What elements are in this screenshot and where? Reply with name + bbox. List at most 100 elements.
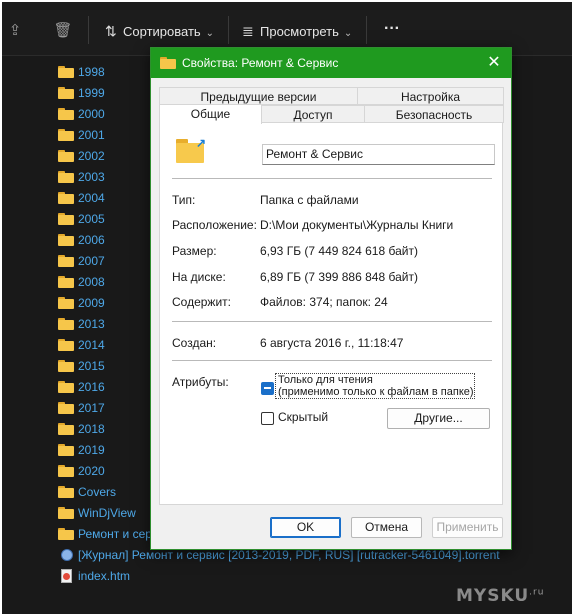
html-file-icon bbox=[61, 569, 72, 583]
sort-button-label: Сортировать bbox=[123, 24, 201, 39]
folder-icon bbox=[58, 444, 74, 456]
other-attributes-button[interactable]: Другие... bbox=[387, 408, 490, 429]
location-label: Расположение: bbox=[172, 218, 257, 232]
folder-icon bbox=[58, 318, 74, 330]
readonly-label[interactable]: Только для чтения (применимо только к фа… bbox=[275, 373, 475, 399]
list-item-label: 2003 bbox=[78, 170, 105, 184]
dialog-title: Свойства: Ремонт & Сервис bbox=[182, 56, 339, 70]
location-value: D:\Мои документы\Журналы Книги bbox=[260, 218, 454, 232]
folder-icon bbox=[58, 402, 74, 414]
list-item-label: 2020 bbox=[78, 464, 105, 478]
view-button-label: Просмотреть bbox=[260, 24, 339, 39]
folder-icon bbox=[58, 213, 74, 225]
list-item-label: 2016 bbox=[78, 380, 105, 394]
watermark-text: MYSKU bbox=[456, 586, 530, 606]
folder-icon bbox=[58, 465, 74, 477]
hidden-label[interactable]: Скрытый bbox=[278, 410, 328, 424]
type-value: Папка с файлами bbox=[260, 193, 359, 207]
list-item-label: index.htm bbox=[78, 569, 131, 583]
folder-name-input[interactable]: Ремонт & Сервис bbox=[262, 144, 495, 165]
list-item-label: 2014 bbox=[78, 338, 105, 352]
divider bbox=[172, 321, 492, 322]
folder-icon bbox=[58, 297, 74, 309]
list-item-label: Ремонт и сер bbox=[78, 527, 152, 541]
view-icon: ≣ bbox=[242, 23, 254, 39]
created-label: Создан: bbox=[172, 336, 217, 350]
folder-icon bbox=[58, 381, 74, 393]
trash-icon[interactable]: 🗑 bbox=[52, 20, 74, 42]
readonly-label-line2: (применимо только к файлам в папке) bbox=[278, 386, 474, 398]
readonly-checkbox[interactable] bbox=[261, 382, 274, 395]
tab-customize[interactable]: Настройка bbox=[357, 87, 504, 105]
folder-icon bbox=[58, 192, 74, 204]
folder-icon bbox=[58, 486, 74, 498]
folder-icon bbox=[160, 57, 176, 69]
sort-button[interactable]: ⇅ Сортировать ⌄ bbox=[105, 18, 214, 44]
toolbar-divider bbox=[88, 16, 89, 44]
disk-size-label: На диске: bbox=[172, 270, 226, 284]
folder-icon bbox=[58, 423, 74, 435]
list-item-label: 2004 bbox=[78, 191, 105, 205]
list-item-label: Covers bbox=[78, 485, 117, 499]
folder-icon bbox=[58, 108, 74, 120]
folder-icon bbox=[58, 528, 74, 540]
folder-icon bbox=[58, 276, 74, 288]
toolbar-divider bbox=[366, 16, 367, 44]
list-item-label: 2006 bbox=[78, 233, 105, 247]
list-item-label: 2001 bbox=[78, 128, 105, 142]
list-item-label: 2019 bbox=[78, 443, 105, 457]
folder-icon bbox=[58, 339, 74, 351]
folder-icon bbox=[58, 234, 74, 246]
divider bbox=[172, 178, 492, 179]
attributes-label: Атрибуты: bbox=[172, 375, 229, 389]
list-item-label: 1999 bbox=[78, 86, 105, 100]
share-icon[interactable]: ⇪ bbox=[4, 20, 26, 42]
list-item-label: 2008 bbox=[78, 275, 105, 289]
size-label: Размер: bbox=[172, 244, 217, 258]
sort-icon: ⇅ bbox=[105, 23, 117, 39]
close-icon[interactable]: ✕ bbox=[477, 48, 511, 78]
list-item[interactable]: index.htm bbox=[58, 566, 558, 586]
list-item-label: 2013 bbox=[78, 317, 105, 331]
list-item-label: 2000 bbox=[78, 107, 105, 121]
tab-sharing[interactable]: Доступ bbox=[261, 105, 365, 123]
torrent-file-icon bbox=[61, 549, 73, 561]
folder-icon bbox=[58, 66, 74, 78]
folder-icon bbox=[58, 360, 74, 372]
contains-value: Файлов: 374; папок: 24 bbox=[260, 295, 388, 309]
list-item-label: 2018 bbox=[78, 422, 105, 436]
view-button[interactable]: ≣ Просмотреть ⌄ bbox=[242, 18, 352, 44]
disk-size-value: 6,89 ГБ (7 399 886 848 байт) bbox=[260, 270, 418, 284]
apply-button[interactable]: Применить bbox=[432, 517, 503, 538]
folder-icon bbox=[58, 150, 74, 162]
chevron-down-icon: ⌄ bbox=[205, 28, 215, 39]
cancel-button[interactable]: Отмена bbox=[351, 517, 422, 538]
properties-dialog: Свойства: Ремонт & Сервис ✕ Предыдущие в… bbox=[150, 47, 512, 550]
tab-previous-versions[interactable]: Предыдущие версии bbox=[159, 87, 358, 105]
list-item-label: 2002 bbox=[78, 149, 105, 163]
divider bbox=[172, 360, 492, 361]
more-icon[interactable]: ··· bbox=[380, 18, 404, 44]
tab-general[interactable]: Общие bbox=[159, 104, 262, 124]
list-item-label: WinDjView bbox=[78, 506, 136, 520]
dialog-titlebar[interactable]: Свойства: Ремонт & Сервис ✕ bbox=[151, 48, 511, 78]
list-item-label: 2007 bbox=[78, 254, 105, 268]
size-value: 6,93 ГБ (7 449 824 618 байт) bbox=[260, 244, 418, 258]
folder-icon bbox=[58, 255, 74, 267]
list-item-label: 2017 bbox=[78, 401, 105, 415]
general-tab-content: ↗ Ремонт & Сервис Тип: Папка с файлами Р… bbox=[159, 122, 503, 505]
list-item-label: 1998 bbox=[78, 65, 105, 79]
created-value: 6 августа 2016 г., 11:18:47 bbox=[260, 336, 404, 350]
ok-button[interactable]: OK bbox=[270, 517, 341, 538]
hidden-checkbox[interactable] bbox=[261, 412, 274, 425]
list-item-label: 2009 bbox=[78, 296, 105, 310]
type-label: Тип: bbox=[172, 193, 196, 207]
folder-icon bbox=[58, 87, 74, 99]
watermark-logo: MYSKU.ru bbox=[456, 586, 544, 606]
tab-security[interactable]: Безопасность bbox=[364, 105, 504, 123]
folder-icon bbox=[58, 171, 74, 183]
folder-icon bbox=[58, 507, 74, 519]
chevron-down-icon: ⌄ bbox=[343, 28, 353, 39]
list-item-label: 2015 bbox=[78, 359, 105, 373]
watermark-suffix: .ru bbox=[529, 587, 545, 598]
